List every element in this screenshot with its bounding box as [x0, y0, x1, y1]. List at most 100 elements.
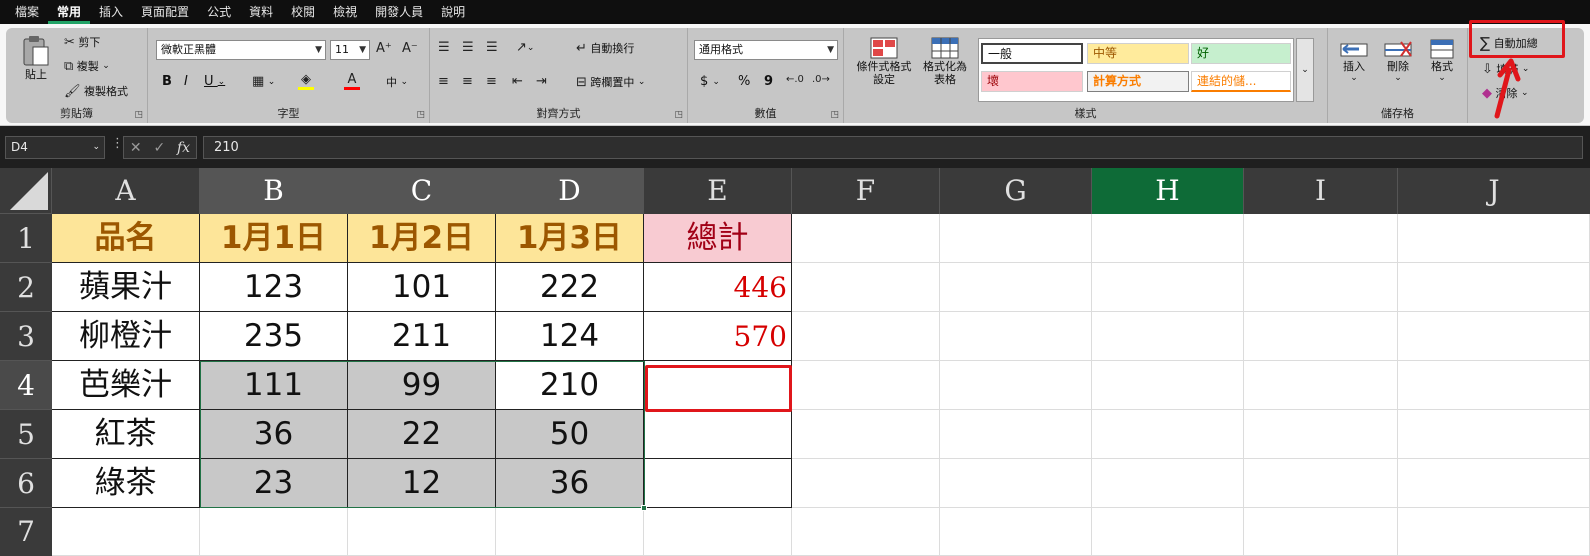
cell-c3[interactable]: 211 — [348, 312, 496, 361]
dialog-launcher-icon[interactable]: ◳ — [674, 110, 683, 120]
column-header-a[interactable]: A — [52, 168, 200, 214]
tab-data[interactable]: 資料 — [240, 0, 282, 24]
style-neutral[interactable]: 中等 — [1087, 43, 1189, 64]
cell-f5[interactable] — [792, 410, 940, 459]
cell-h4[interactable] — [1092, 361, 1244, 410]
dialog-launcher-icon[interactable]: ◳ — [416, 110, 425, 120]
cell-b4[interactable]: 111 — [200, 361, 348, 410]
cell-f4[interactable] — [792, 361, 940, 410]
cell-f6[interactable] — [792, 459, 940, 508]
cell-a6[interactable]: 綠茶 — [52, 459, 200, 508]
cell-c2[interactable]: 101 — [348, 263, 496, 312]
cell-j7[interactable] — [1398, 508, 1590, 556]
name-box[interactable]: D4 ⌄ — [5, 136, 105, 159]
tab-home[interactable]: 常用 — [48, 0, 91, 24]
cell-e1[interactable]: 總計 — [644, 214, 792, 263]
style-normal[interactable]: 一般 — [981, 43, 1083, 64]
cell-c1[interactable]: 1月2日 — [348, 214, 496, 263]
cell-a7[interactable] — [52, 508, 200, 556]
column-header-g[interactable]: G — [940, 168, 1092, 214]
fill-color-button[interactable]: ◈ — [298, 72, 314, 90]
style-linked-cell[interactable]: 連結的儲... — [1191, 71, 1291, 92]
borders-button[interactable]: ▦ ⌄ — [252, 74, 275, 89]
tab-help[interactable]: 說明 — [432, 0, 474, 24]
cell-b1[interactable]: 1月1日 — [200, 214, 348, 263]
cell-d5[interactable]: 50 — [496, 410, 644, 459]
format-as-table-button[interactable]: 格式化為表格 — [918, 36, 972, 86]
comma-button[interactable]: 9 — [764, 74, 773, 89]
underline-button[interactable]: U ⌄ — [204, 74, 225, 89]
cell-b5[interactable]: 36 — [200, 410, 348, 459]
cell-j1[interactable] — [1398, 214, 1590, 263]
italic-button[interactable]: I — [184, 74, 188, 89]
row-header-1[interactable]: 1 — [0, 214, 52, 263]
cell-d7[interactable] — [496, 508, 644, 556]
style-bad[interactable]: 壞 — [981, 71, 1083, 92]
cell-b6[interactable]: 23 — [200, 459, 348, 508]
align-middle-button[interactable]: ☰ — [462, 40, 474, 55]
column-header-e[interactable]: E — [644, 168, 792, 214]
cell-i1[interactable] — [1244, 214, 1398, 263]
cell-b3[interactable]: 235 — [200, 312, 348, 361]
cell-d3[interactable]: 124 — [496, 312, 644, 361]
cell-h2[interactable] — [1092, 263, 1244, 312]
cell-g5[interactable] — [940, 410, 1092, 459]
align-center-button[interactable]: ≡ — [462, 74, 473, 89]
cell-f1[interactable] — [792, 214, 940, 263]
style-good[interactable]: 好 — [1191, 43, 1291, 64]
dialog-launcher-icon[interactable]: ◳ — [830, 110, 839, 120]
cell-g6[interactable] — [940, 459, 1092, 508]
font-color-button[interactable]: A — [344, 72, 360, 90]
decrease-decimal-button[interactable]: .0→ — [812, 74, 830, 85]
cell-i6[interactable] — [1244, 459, 1398, 508]
column-header-h[interactable]: H — [1092, 168, 1244, 214]
cell-h7[interactable] — [1092, 508, 1244, 556]
fill-handle[interactable] — [641, 505, 647, 511]
cell-h5[interactable] — [1092, 410, 1244, 459]
grow-font-button[interactable]: A⁺ — [376, 41, 392, 56]
cell-i4[interactable] — [1244, 361, 1398, 410]
align-right-button[interactable]: ≡ — [486, 74, 497, 89]
format-painter-button[interactable]: 🖌 複製格式 — [64, 83, 128, 99]
font-size-select[interactable]: 11 ▼ — [330, 40, 370, 60]
cell-g7[interactable] — [940, 508, 1092, 556]
column-header-b[interactable]: B — [200, 168, 348, 214]
row-header-6[interactable]: 6 — [0, 459, 52, 508]
cell-j4[interactable] — [1398, 361, 1590, 410]
cut-button[interactable]: ✂ 剪下 — [64, 34, 100, 50]
cell-d4[interactable]: 210 — [496, 361, 644, 410]
dialog-launcher-icon[interactable]: ◳ — [134, 110, 143, 120]
row-header-5[interactable]: 5 — [0, 410, 52, 459]
format-cells-button[interactable]: 格式 ⌄ — [1422, 38, 1462, 83]
phonetic-button[interactable]: 中 ⌄ — [386, 74, 408, 90]
cell-e5[interactable] — [644, 410, 792, 459]
bold-button[interactable]: B — [162, 74, 172, 89]
increase-indent-button[interactable]: ⇥ — [536, 74, 547, 89]
copy-button[interactable]: ⧉ 複製 ⌄ — [64, 58, 110, 74]
tab-review[interactable]: 校閱 — [282, 0, 324, 24]
cell-c6[interactable]: 12 — [348, 459, 496, 508]
cell-f2[interactable] — [792, 263, 940, 312]
tab-insert[interactable]: 插入 — [90, 0, 132, 24]
merge-center-button[interactable]: ⊟ 跨欄置中 ⌄ — [576, 74, 645, 90]
align-left-button[interactable]: ≡ — [438, 74, 449, 89]
select-all-button[interactable] — [0, 168, 52, 214]
currency-button[interactable]: $ ⌄ — [700, 74, 720, 89]
cell-g1[interactable] — [940, 214, 1092, 263]
cancel-icon[interactable]: ✕ — [130, 140, 142, 156]
cell-g3[interactable] — [940, 312, 1092, 361]
row-header-3[interactable]: 3 — [0, 312, 52, 361]
cell-j2[interactable] — [1398, 263, 1590, 312]
cell-j6[interactable] — [1398, 459, 1590, 508]
confirm-icon[interactable]: ✓ — [153, 140, 165, 156]
tab-formulas[interactable]: 公式 — [198, 0, 240, 24]
decrease-indent-button[interactable]: ⇤ — [512, 74, 523, 89]
cell-a5[interactable]: 紅茶 — [52, 410, 200, 459]
column-header-c[interactable]: C — [348, 168, 496, 214]
cell-f7[interactable] — [792, 508, 940, 556]
insert-cells-button[interactable]: 插入 ⌄ — [1334, 38, 1374, 83]
row-header-4[interactable]: 4 — [0, 361, 52, 410]
align-top-button[interactable]: ☰ — [438, 40, 450, 55]
cell-c7[interactable] — [348, 508, 496, 556]
cell-h6[interactable] — [1092, 459, 1244, 508]
